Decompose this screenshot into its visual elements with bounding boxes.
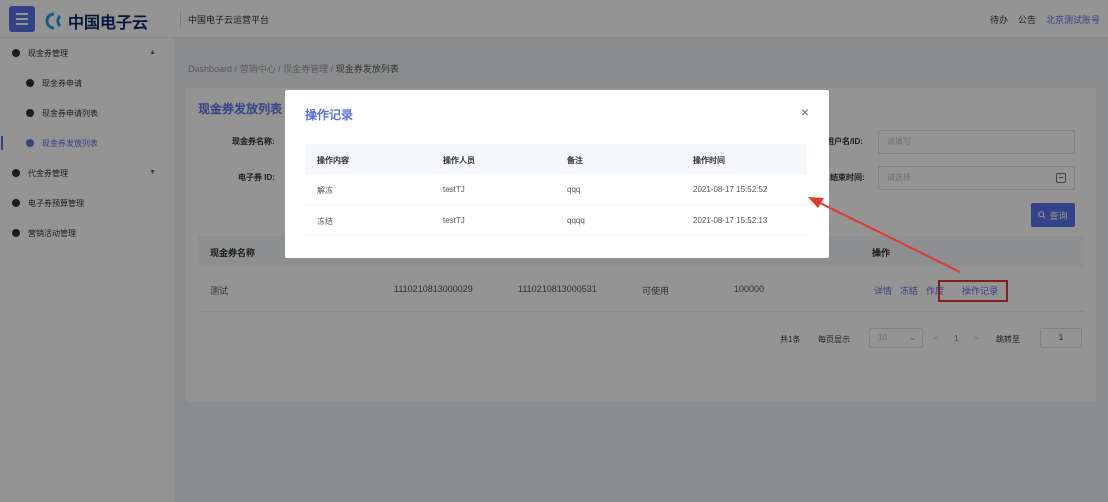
col-header-remark: 备注 <box>567 156 583 165</box>
cell-time: 2021-08-17 15:52:52 <box>693 185 768 194</box>
cell-operator: testTJ <box>443 185 465 194</box>
close-icon[interactable]: × <box>801 104 809 120</box>
operation-log-dialog: 操作记录 × 操作内容 操作人员 备注 操作时间 解冻 testTJ qqq 2… <box>285 90 829 258</box>
col-header-action: 操作内容 <box>317 156 349 165</box>
col-header-time: 操作时间 <box>693 156 725 165</box>
log-table: 操作内容 操作人员 备注 操作时间 解冻 testTJ qqq 2021-08-… <box>305 144 807 236</box>
cell-remark: qqq <box>567 185 581 194</box>
dialog-title: 操作记录 <box>305 108 354 122</box>
table-row: 解冻 testTJ qqq 2021-08-17 15:52:52 <box>305 174 807 205</box>
cell-remark: qqqq <box>567 216 585 225</box>
cell-action: 冻结 <box>317 217 333 226</box>
cell-action: 解冻 <box>317 186 333 195</box>
table-row: 冻结 testTJ qqqq 2021-08-17 15:52:13 <box>305 205 807 236</box>
log-table-header: 操作内容 操作人员 备注 操作时间 <box>305 144 807 174</box>
cell-operator: testTJ <box>443 216 465 225</box>
cell-time: 2021-08-17 15:52:13 <box>693 216 768 225</box>
col-header-operator: 操作人员 <box>443 156 475 165</box>
